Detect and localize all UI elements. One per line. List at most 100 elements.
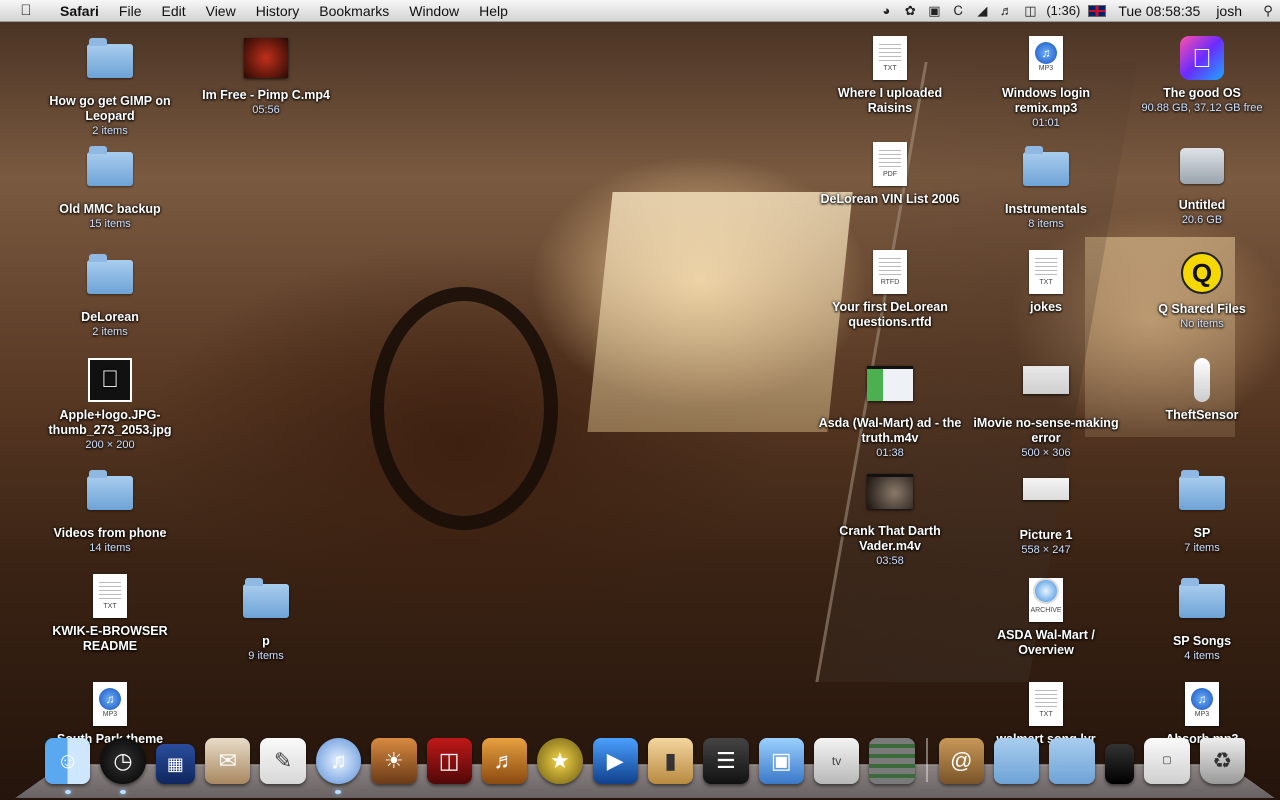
- desktop-icon-sp-folder[interactable]: SP 7 items: [1127, 470, 1277, 555]
- icon-label: Q Shared Files: [1158, 302, 1246, 316]
- desktop-icon-jokes-txt[interactable]: TXT jokes: [971, 250, 1121, 315]
- dock-preview-icon[interactable]: ▣: [758, 738, 804, 784]
- icon-label: Old MMC backup: [59, 202, 161, 216]
- icon-label: Im Free - Pimp C.mp4: [202, 88, 330, 102]
- dock-switch-icon[interactable]: ▮: [647, 738, 694, 784]
- apple-remote-icon: [1178, 358, 1226, 404]
- volume-icon[interactable]: ♬: [994, 3, 1018, 18]
- dock-apple-tv-icon[interactable]: tv: [813, 738, 860, 784]
- dock-finder-icon[interactable]: ☺: [45, 738, 91, 794]
- desktop-icon-instrumentals-folder[interactable]: Instrumentals 8 items: [971, 146, 1121, 231]
- hard-drive-icon: [1178, 148, 1226, 194]
- desktop-icon-picture-1[interactable]: Picture 1 558 × 247: [971, 466, 1121, 557]
- dock-network-icon[interactable]: [869, 738, 915, 784]
- menu-bookmarks[interactable]: Bookmarks: [309, 0, 399, 22]
- screenshot-thumbnail-icon: [1022, 366, 1070, 412]
- icon-sublabel: 200 × 200: [85, 439, 135, 451]
- dock-garageband-icon[interactable]: ♬: [481, 738, 528, 784]
- hard-disk-os-icon: : [1178, 36, 1226, 82]
- mp3-document-icon: ♫ MP3: [1178, 682, 1226, 728]
- wifi-icon[interactable]: ◢: [970, 3, 994, 19]
- video-thumbnail-icon: [242, 38, 290, 84]
- desktop-icon-crank-that-darth-vader[interactable]: Crank That Darth Vader.m4v 03:58: [815, 466, 965, 568]
- desktop-icon-imovie-error[interactable]: iMovie no-sense-making error 500 × 306: [971, 358, 1121, 460]
- menu-history[interactable]: History: [246, 0, 310, 22]
- menu-window[interactable]: Window: [399, 0, 469, 22]
- battery-icon[interactable]: ◫: [1018, 3, 1042, 19]
- menu-clock[interactable]: Tue 08:58:35: [1110, 3, 1208, 19]
- icon-sublabel: 4 items: [1184, 650, 1220, 662]
- desktop-icon-im-free-video[interactable]: Im Free - Pimp C.mp4 05:56: [191, 36, 341, 117]
- desktop-icon-delorean-questions-rtfd[interactable]: RTFD Your first DeLorean questions.rtfd: [815, 250, 965, 330]
- desktop-icon-untitled-drive[interactable]: Untitled 20.6 GB: [1127, 142, 1277, 227]
- growl-paw-icon[interactable]: ✿: [898, 3, 922, 19]
- desktop-icon-videos-from-phone-folder[interactable]: Videos from phone 14 items: [35, 470, 185, 555]
- desktop-icon-kwik-e-browser-readme[interactable]: TXT KWIK-E-BROWSER README: [35, 574, 185, 654]
- text-document-icon: TXT: [86, 574, 134, 620]
- dock-iphone-icon[interactable]: [1104, 744, 1135, 784]
- desktop-icon-gimp-folder[interactable]: How go get GIMP on Leopard 2 items: [35, 38, 185, 138]
- dock-tardis-icon[interactable]: ▦: [155, 744, 196, 784]
- uk-flag-input-icon[interactable]: [1088, 4, 1107, 17]
- desktop-icon-delorean-folder[interactable]: DeLorean 2 items: [35, 254, 185, 339]
- dock-itunes-icon[interactable]: ♫: [315, 738, 362, 794]
- spotlight-search-icon[interactable]: ⚲: [1256, 3, 1280, 19]
- desktop-icon-apple-logo-jpg[interactable]:  Apple+logo.JPG-thumb_273_2053.jpg 200 …: [35, 358, 185, 452]
- desktop-icon-sp-songs-folder[interactable]: SP Songs 4 items: [1127, 578, 1277, 663]
- icon-label: SP: [1193, 526, 1211, 540]
- rtfd-document-icon: RTFD: [866, 250, 914, 296]
- icon-label: DeLorean VIN List 2006: [820, 192, 960, 206]
- folder-icon: [1022, 146, 1070, 198]
- bluetooth-icon[interactable]: Ꮯ: [946, 3, 970, 19]
- dock-folder-icon[interactable]: [1049, 738, 1095, 784]
- dock-textedit-icon[interactable]: ✎: [260, 738, 306, 784]
- icon-sublabel: 2 items: [92, 125, 128, 137]
- icon-label: Your first DeLorean questions.rtfd: [832, 300, 948, 329]
- folder-icon: [242, 578, 290, 630]
- dock-imovie-icon[interactable]: ★: [537, 738, 583, 784]
- spaces-icon[interactable]: ▣: [922, 3, 946, 19]
- text-document-icon: TXT: [1022, 250, 1070, 296]
- icon-sublabel: 7 items: [1184, 542, 1220, 554]
- icon-label: KWIK-E-BROWSER README: [52, 624, 168, 653]
- icon-sublabel: No items: [1180, 318, 1224, 330]
- dock-mail-icon[interactable]: ✉: [205, 738, 251, 784]
- menu-extras: ◕ ✿ ▣ Ꮯ ◢ ♬ ◫ (1:36) Tue 08:58:35 josh ⚲: [874, 0, 1280, 22]
- menu-edit[interactable]: Edit: [151, 0, 195, 22]
- dock-trash-icon[interactable]: ♻: [1199, 738, 1245, 784]
- desktop-icon-raisins-txt[interactable]: TXT Where I uploaded Raisins: [815, 36, 965, 116]
- menu-help[interactable]: Help: [469, 0, 518, 22]
- battery-time[interactable]: (1:36): [1042, 3, 1084, 18]
- desktop-icon-asda-walmart-archive[interactable]: ARCHIVE ASDA Wal-Mart / Overview: [971, 574, 1121, 658]
- dock-iphoto-icon[interactable]: ☀: [371, 738, 417, 784]
- icon-label: ASDA Wal-Mart / Overview: [997, 628, 1095, 657]
- dock-folder-icon[interactable]: [993, 738, 1040, 784]
- desktop-icon-asda-ad-video[interactable]: Asda (Wal-Mart) ad - the truth.m4v 01:38: [815, 358, 965, 460]
- icon-label: jokes: [1030, 300, 1062, 314]
- user-menu[interactable]: josh: [1208, 3, 1256, 19]
- desktop-icon-q-shared-files[interactable]: Q Q Shared Files No items: [1127, 250, 1277, 331]
- dock-image-icon[interactable]: ▢: [1144, 738, 1190, 784]
- video-thumbnail-icon: [866, 366, 914, 412]
- apple-image-thumbnail-icon: : [86, 358, 134, 404]
- desktop-icon-theftsensor[interactable]: TheftSensor: [1127, 358, 1277, 423]
- desktop-icon-windows-login-mp3[interactable]: ♫ MP3 Windows login remix.mp3 01:01: [971, 36, 1121, 130]
- dock-clapper-icon[interactable]: ☰: [703, 738, 749, 784]
- menu-view[interactable]: View: [196, 0, 246, 22]
- dock-dashboard-icon[interactable]: ◷: [100, 738, 146, 794]
- desktop-icon-mmc-backup-folder[interactable]: Old MMC backup 15 items: [35, 146, 185, 231]
- desktop-icon-good-os-disk[interactable]:  The good OS 90.88 GB, 37.12 GB free: [1127, 36, 1277, 115]
- menu-file[interactable]: File: [109, 0, 152, 22]
- dock-address-book-icon[interactable]: @: [938, 738, 984, 784]
- wallpaper-window-view: [587, 192, 853, 432]
- icon-label: Untitled: [1178, 198, 1226, 212]
- apple-menu-icon[interactable]: : [16, 2, 36, 19]
- desktop-icon-p-folder[interactable]: p 9 items: [191, 578, 341, 663]
- desktop-icon-delorean-vin-pdf[interactable]: PDF DeLorean VIN List 2006: [815, 142, 965, 207]
- dock-front-row-icon[interactable]: ◫: [426, 738, 472, 784]
- dock-final-cut-icon[interactable]: ▶: [592, 738, 638, 784]
- video-thumbnail-icon: [866, 474, 914, 520]
- q-shared-icon: Q: [1178, 252, 1226, 298]
- time-machine-icon[interactable]: ◕: [874, 3, 898, 18]
- menu-app-name[interactable]: Safari: [50, 0, 109, 22]
